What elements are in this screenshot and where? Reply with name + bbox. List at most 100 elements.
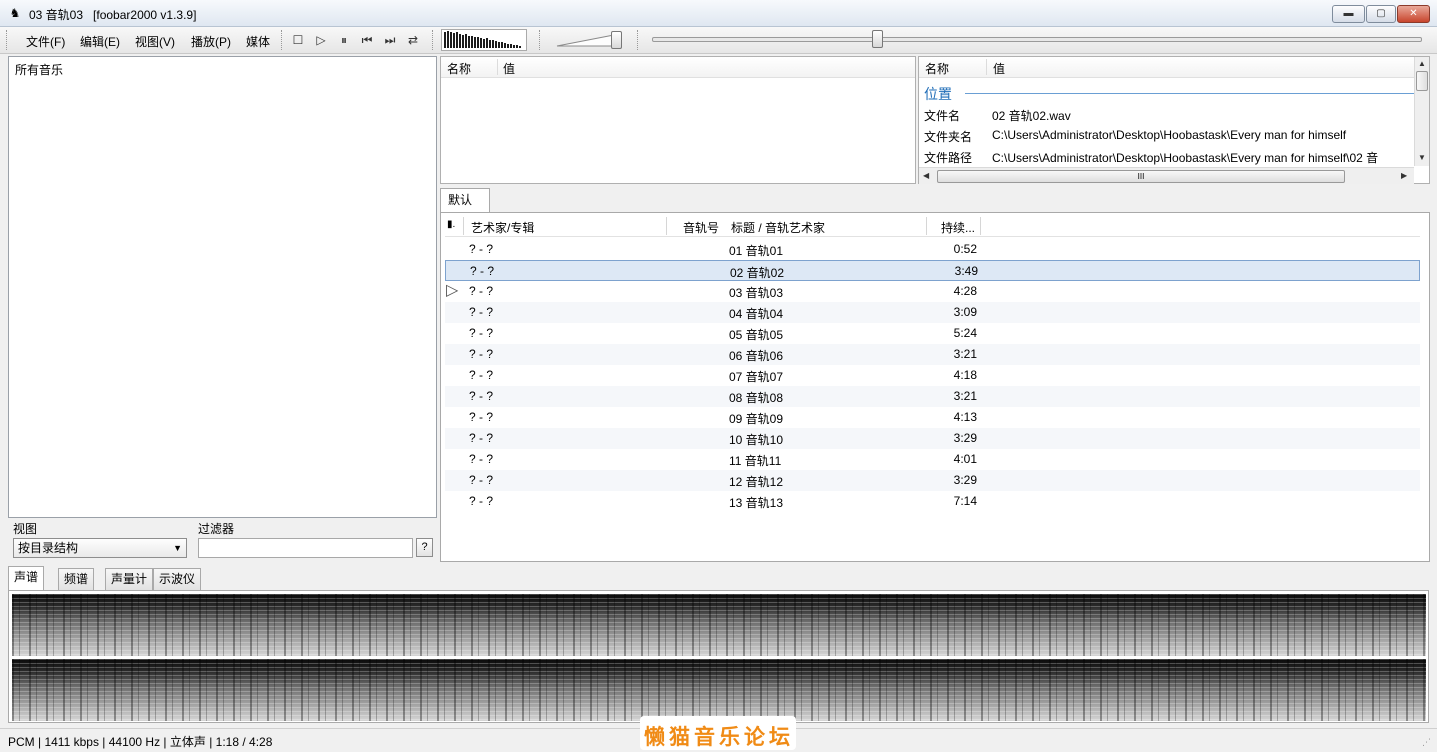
table-row[interactable]: ? - ? 04 音轨04 3:09: [445, 302, 1420, 323]
column-value-header[interactable]: 值: [503, 60, 515, 77]
filter-label: 过滤器: [198, 522, 235, 536]
filter-input[interactable]: [198, 538, 413, 558]
menu-file[interactable]: 文件(F): [26, 33, 65, 50]
properties-horizontal-scrollbar[interactable]: ◀ III ▶: [919, 167, 1414, 184]
menu-library[interactable]: 媒体: [246, 33, 270, 50]
table-row[interactable]: ▷ ? - ? 03 音轨03 4:28: [445, 281, 1420, 302]
minimize-button[interactable]: ▬: [1332, 5, 1365, 23]
pause-button[interactable]: ⏸: [335, 32, 353, 49]
tab-spectrogram[interactable]: 声谱: [8, 566, 45, 591]
visualizer-bar: [447, 31, 449, 48]
visualizer-bar: [513, 45, 515, 48]
table-row[interactable]: ? - ? 09 音轨09 4:13: [445, 407, 1420, 428]
toolbar-grip[interactable]: [432, 30, 435, 50]
tab-spectrum[interactable]: 频谱: [58, 568, 95, 590]
column-divider[interactable]: [926, 217, 927, 235]
prop-value-path[interactable]: C:\Users\Administrator\Desktop\Hoobastas…: [992, 149, 1378, 166]
column-divider[interactable]: [497, 59, 498, 75]
tab-playlist-default[interactable]: 默认: [440, 188, 490, 212]
properties-panel-left[interactable]: 名称 值: [440, 56, 916, 184]
prop-value-folder[interactable]: C:\Users\Administrator\Desktop\Hoobastas…: [992, 128, 1346, 142]
cell-duration: 3:21: [953, 347, 977, 361]
menu-view[interactable]: 视图(V): [135, 33, 175, 50]
mini-spectrum-visualizer[interactable]: [441, 29, 527, 51]
tab-oscilloscope[interactable]: 示波仪: [153, 568, 202, 590]
previous-button[interactable]: ⏮: [358, 32, 376, 49]
next-button[interactable]: ⏭: [381, 32, 399, 49]
properties-vertical-scrollbar[interactable]: ▲ ▼: [1414, 57, 1429, 166]
random-button[interactable]: ⇄: [404, 32, 422, 49]
playlist-view[interactable]: ▮. 艺术家/专辑 音轨号 标题 / 音轨艺术家 持续... ? - ? 01 音…: [440, 212, 1430, 562]
table-row[interactable]: ? - ? 01 音轨01 0:52: [445, 239, 1420, 260]
stop-button[interactable]: ☐: [289, 32, 307, 49]
column-name-header[interactable]: 名称: [925, 60, 949, 77]
column-divider[interactable]: [986, 59, 987, 75]
table-row[interactable]: ? - ? 13 音轨13 7:14: [445, 491, 1420, 512]
table-row[interactable]: ? - ? 06 音轨06 3:21: [445, 344, 1420, 365]
vertical-scroll-thumb[interactable]: [1416, 71, 1428, 91]
library-root-node[interactable]: 所有音乐: [15, 61, 63, 78]
table-row[interactable]: ? - ? 10 音轨10 3:29: [445, 428, 1420, 449]
column-track-number-header[interactable]: 音轨号: [683, 219, 719, 236]
view-mode-select[interactable]: 按目录结构 ▼: [13, 538, 187, 558]
cell-artist-album: ? - ?: [469, 284, 494, 298]
column-title-artist-header[interactable]: 标题 / 音轨艺术家: [731, 219, 825, 236]
scroll-down-icon[interactable]: ▼: [1418, 153, 1426, 162]
tab-peak-meter[interactable]: 声量计: [105, 568, 154, 590]
table-row[interactable]: ? - ? 02 音轨02 3:49: [445, 260, 1420, 281]
view-mode-value: 按目录结构: [18, 541, 79, 555]
prop-value-filename[interactable]: 02 音轨02.wav: [992, 107, 1071, 124]
volume-knob[interactable]: [611, 31, 622, 49]
toolbar-grip[interactable]: [6, 30, 9, 50]
play-button[interactable]: ▷: [312, 32, 330, 49]
app-icon: ♞: [9, 6, 21, 20]
seek-knob[interactable]: [872, 30, 883, 48]
spectrogram-view[interactable]: [8, 590, 1429, 723]
scroll-right-icon[interactable]: ▶: [1401, 171, 1407, 180]
horizontal-scroll-thumb[interactable]: III: [937, 170, 1345, 183]
library-panel[interactable]: 所有音乐: [8, 56, 437, 518]
table-row[interactable]: ? - ? 05 音轨05 5:24: [445, 323, 1420, 344]
maximize-button[interactable]: ▢: [1366, 5, 1396, 23]
toolbar-grip[interactable]: [539, 30, 542, 50]
column-playing-header[interactable]: ▮.: [447, 219, 455, 230]
toolbar-grip[interactable]: [637, 30, 640, 50]
table-row[interactable]: ? - ? 07 音轨07 4:18: [445, 365, 1420, 386]
column-divider[interactable]: [980, 217, 981, 235]
resize-grip-icon[interactable]: ⋰: [1422, 737, 1434, 749]
cell-duration: 3:49: [954, 264, 978, 278]
column-artist-album-header[interactable]: 艺术家/专辑: [471, 219, 534, 236]
cell-duration: 0:52: [953, 242, 977, 256]
visualizer-bar: [465, 34, 467, 48]
column-divider[interactable]: [666, 217, 667, 235]
cell-title: 10 音轨10: [729, 433, 784, 447]
scroll-left-icon[interactable]: ◀: [923, 171, 929, 180]
column-duration-header[interactable]: 持续...: [941, 219, 975, 236]
column-name-header[interactable]: 名称: [447, 60, 471, 77]
chevron-down-icon: ▼: [173, 543, 182, 553]
cell-artist-album: ? - ?: [469, 326, 494, 340]
table-row[interactable]: ? - ? 11 音轨11 4:01: [445, 449, 1420, 470]
title-bar[interactable]: ♞ 03 音轨03 [foobar2000 v1.3.9] ▬ ▢ ✕: [0, 0, 1437, 27]
cell-artist-album: ? - ?: [469, 410, 494, 424]
spectrogram-left-channel: [12, 594, 1426, 656]
cell-duration: 3:09: [953, 305, 977, 319]
properties-panel-right[interactable]: 名称 值 位置 文件名 02 音轨02.wav 文件夹名 C:\Users\Ad…: [918, 56, 1430, 184]
visualizer-bar: [450, 32, 452, 48]
filter-help-button[interactable]: ?: [416, 538, 433, 557]
table-row[interactable]: ? - ? 12 音轨12 3:29: [445, 470, 1420, 491]
cell-title: 09 音轨09: [729, 412, 784, 426]
column-value-header[interactable]: 值: [993, 60, 1005, 77]
menu-edit[interactable]: 编辑(E): [80, 33, 120, 50]
visualizer-bar: [492, 40, 494, 48]
scroll-up-icon[interactable]: ▲: [1418, 59, 1426, 68]
seek-bar[interactable]: [652, 37, 1422, 42]
cell-duration: 4:01: [953, 452, 977, 466]
menu-playback[interactable]: 播放(P): [191, 33, 231, 50]
cell-title: 12 音轨12: [729, 475, 784, 489]
close-button[interactable]: ✕: [1397, 5, 1430, 23]
table-row[interactable]: ? - ? 08 音轨08 3:21: [445, 386, 1420, 407]
toolbar-grip[interactable]: [281, 30, 284, 50]
prop-name-filename: 文件名: [924, 109, 961, 123]
column-divider[interactable]: [463, 217, 464, 235]
